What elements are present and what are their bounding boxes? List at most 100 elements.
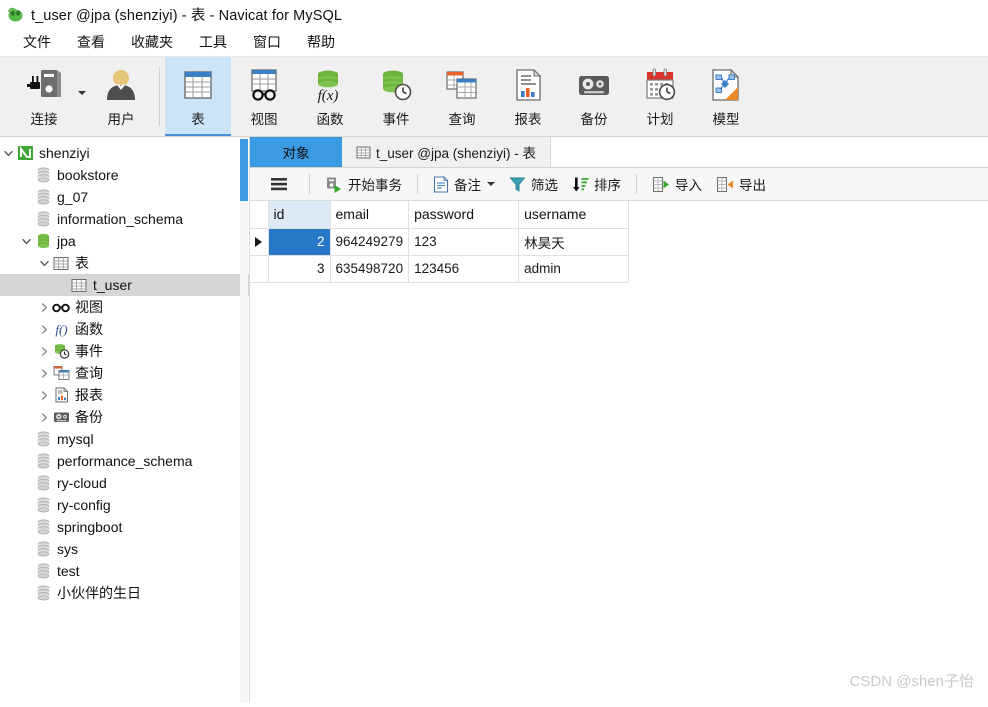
svg-text:f(): f() — [55, 322, 67, 337]
cell-email[interactable]: 635498720 — [330, 255, 410, 283]
toolbar-button-user[interactable]: 用户 — [88, 57, 154, 136]
menu-view[interactable]: 查看 — [64, 29, 118, 55]
filter-button[interactable]: 筛选 — [502, 172, 565, 197]
tree-item-bookstore[interactable]: bookstore — [0, 164, 249, 186]
chevron-down-icon[interactable] — [18, 237, 34, 246]
tree-item-shenziyi[interactable]: shenziyi — [0, 142, 249, 164]
chevron-down-icon[interactable] — [487, 182, 495, 186]
menu-tools[interactable]: 工具 — [186, 29, 240, 55]
chevron-right-icon[interactable] — [36, 324, 52, 334]
chevron-right-icon[interactable] — [36, 302, 52, 312]
sidebar-scrollbar[interactable] — [240, 137, 248, 703]
svg-text:f(x): f(x) — [318, 88, 339, 103]
sidebar-scrollbar-thumb[interactable] — [240, 139, 248, 201]
tree-item--[interactable]: 事件 — [0, 340, 249, 362]
note-label: 备注 — [454, 178, 481, 193]
event-clock-icon — [378, 65, 414, 105]
action-separator — [636, 174, 637, 194]
column-header-email[interactable]: email — [330, 201, 410, 229]
tab-objects-label: 对象 — [282, 146, 310, 161]
tree-item-g_07[interactable]: g_07 — [0, 186, 249, 208]
tree-item--[interactable]: 报表 — [0, 384, 249, 406]
chevron-right-icon[interactable] — [36, 368, 52, 378]
toolbar-button-event[interactable]: 事件 — [363, 57, 429, 136]
toolbar-button-view[interactable]: 视图 — [231, 57, 297, 136]
database-gray-icon — [34, 497, 52, 513]
menu-favorites[interactable]: 收藏夹 — [118, 29, 186, 55]
grid-menu-button[interactable] — [262, 172, 301, 197]
note-button[interactable]: 备注 — [426, 172, 502, 197]
tree-item--[interactable]: 备份 — [0, 406, 249, 428]
export-button[interactable]: 导出 — [709, 172, 773, 197]
user-icon — [102, 65, 140, 105]
tree-item-jpa[interactable]: jpa — [0, 230, 249, 252]
toolbar-label-report: 报表 — [514, 112, 542, 127]
tree-item-performance_schema[interactable]: performance_schema — [0, 450, 249, 472]
toolbar-button-report[interactable]: 报表 — [495, 57, 561, 136]
tree-item-label: 备份 — [75, 409, 103, 425]
row-indicator-cell[interactable] — [250, 228, 269, 256]
toolbar-label-query: 查询 — [448, 112, 476, 127]
tab-objects[interactable]: 对象 — [250, 137, 342, 167]
chevron-down-icon[interactable] — [78, 91, 86, 95]
column-header-id[interactable]: id — [268, 201, 331, 229]
row-indicator-cell[interactable] — [250, 255, 269, 283]
action-separator — [309, 174, 310, 194]
import-icon — [652, 176, 670, 193]
toolbar-button-backup[interactable]: 备份 — [561, 57, 627, 136]
menu-file[interactable]: 文件 — [10, 29, 64, 55]
toolbar-button-schedule[interactable]: 计划 — [627, 57, 693, 136]
content-pane: 对象 t_user @jpa (shenziyi) - 表 开始事务 备注 筛选… — [250, 137, 988, 703]
tree-item-springboot[interactable]: springboot — [0, 516, 249, 538]
tree-item-sys[interactable]: sys — [0, 538, 249, 560]
tree-item-t_user[interactable]: t_user — [0, 274, 249, 296]
tree-item-information_schema[interactable]: information_schema — [0, 208, 249, 230]
begin-transaction-button[interactable]: 开始事务 — [318, 172, 409, 197]
menu-window[interactable]: 窗口 — [240, 29, 294, 55]
tree-item-test[interactable]: test — [0, 560, 249, 582]
chevron-right-icon[interactable] — [36, 412, 52, 422]
cell-id[interactable]: 2 — [268, 228, 331, 256]
cell-password[interactable]: 123456 — [408, 255, 520, 283]
chevron-down-icon[interactable] — [36, 259, 52, 268]
tree-item--[interactable]: 查询 — [0, 362, 249, 384]
tab-t-user[interactable]: t_user @jpa (shenziyi) - 表 — [342, 137, 551, 167]
database-gray-icon — [34, 167, 52, 183]
sort-button[interactable]: 排序 — [565, 172, 628, 197]
cell-username[interactable]: admin — [518, 255, 630, 283]
database-gray-icon — [34, 211, 52, 227]
tree-item-label: 小伙伴的生日 — [57, 585, 141, 601]
tree-item--[interactable]: 小伙伴的生日 — [0, 582, 249, 604]
toolbar-button-table[interactable]: 表 — [165, 57, 231, 136]
import-button[interactable]: 导入 — [645, 172, 709, 197]
column-header-username[interactable]: username — [518, 201, 630, 229]
toolbar-button-function[interactable]: f(x) 函数 — [297, 57, 363, 136]
table-row[interactable]: 3 635498720 123456 admin — [250, 255, 630, 283]
begin-transaction-icon — [325, 176, 343, 193]
table-row[interactable]: 2 964249279 123 林昊天 — [250, 228, 630, 256]
data-grid-header: id email password username — [250, 201, 630, 229]
chevron-down-icon[interactable] — [0, 149, 16, 158]
table-icon — [356, 145, 371, 160]
menu-help[interactable]: 帮助 — [294, 29, 348, 55]
tree-item-ry-config[interactable]: ry-config — [0, 494, 249, 516]
cell-email[interactable]: 964249279 — [330, 228, 410, 256]
function-icon: f(x) — [312, 65, 348, 105]
tree-item--[interactable]: f() 函数 — [0, 318, 249, 340]
toolbar-button-connection[interactable]: 连接 — [0, 57, 88, 136]
column-header-password[interactable]: password — [408, 201, 520, 229]
chevron-right-icon[interactable] — [36, 390, 52, 400]
cell-username[interactable]: 林昊天 — [518, 228, 630, 256]
tree-item-ry-cloud[interactable]: ry-cloud — [0, 472, 249, 494]
database-gray-icon — [34, 453, 52, 469]
tree-item--[interactable]: 视图 — [0, 296, 249, 318]
toolbar-button-model[interactable]: 模型 — [693, 57, 759, 136]
chevron-right-icon[interactable] — [36, 346, 52, 356]
toolbar-button-query[interactable]: 查询 — [429, 57, 495, 136]
tab-bar-filler — [550, 137, 988, 167]
cell-id[interactable]: 3 — [268, 255, 331, 283]
tree-item-label: information_schema — [57, 211, 184, 227]
cell-password[interactable]: 123 — [408, 228, 520, 256]
tree-item-mysql[interactable]: mysql — [0, 428, 249, 450]
tree-item--[interactable]: 表 — [0, 252, 249, 274]
